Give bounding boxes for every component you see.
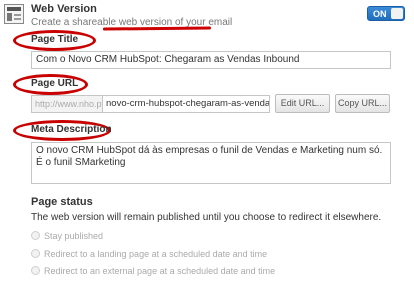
web-version-title: Web Version [31,3,97,15]
radio-redirect-external-page[interactable]: Redirect to an external page at a schedu… [31,266,275,276]
meta-description-textarea[interactable]: O novo CRM HubSpot dá às empresas o funi… [31,142,391,184]
page-url-prefix: http://www.nho.pt [31,95,104,113]
page-url-label: Page URL [31,78,79,89]
radio-label: Stay published [44,231,104,241]
web-version-toggle[interactable]: ON [367,6,405,21]
toggle-label: ON [373,9,387,19]
radio-stay-published[interactable]: Stay published [31,231,103,241]
meta-description-label: Meta Description [31,124,112,135]
annotation-underline [102,26,212,31]
edit-url-button[interactable]: Edit URL... [275,94,330,113]
web-version-desc-text: Create a shareable [31,17,119,28]
web-version-icon [4,4,24,24]
toggle-knob [391,8,403,19]
page-status-title: Page status [31,196,93,208]
page-status-description: The web version will remain published un… [31,212,382,223]
radio-redirect-landing-page[interactable]: Redirect to a landing page at a schedule… [31,249,267,259]
radio-label: Redirect to a landing page at a schedule… [44,249,268,259]
radio-button[interactable] [31,249,40,258]
radio-label: Redirect to an external page at a schedu… [44,266,276,276]
page-url-slug-input[interactable]: novo-crm-hubspot-chegaram-as-vendas-in [102,95,270,113]
radio-button[interactable] [31,266,40,275]
page-title-label: Page Title [31,34,79,45]
radio-button[interactable] [31,231,40,240]
copy-url-button[interactable]: Copy URL... [335,94,390,113]
page-title-input[interactable]: Com o Novo CRM HubSpot: Chegaram as Vend… [31,51,391,69]
